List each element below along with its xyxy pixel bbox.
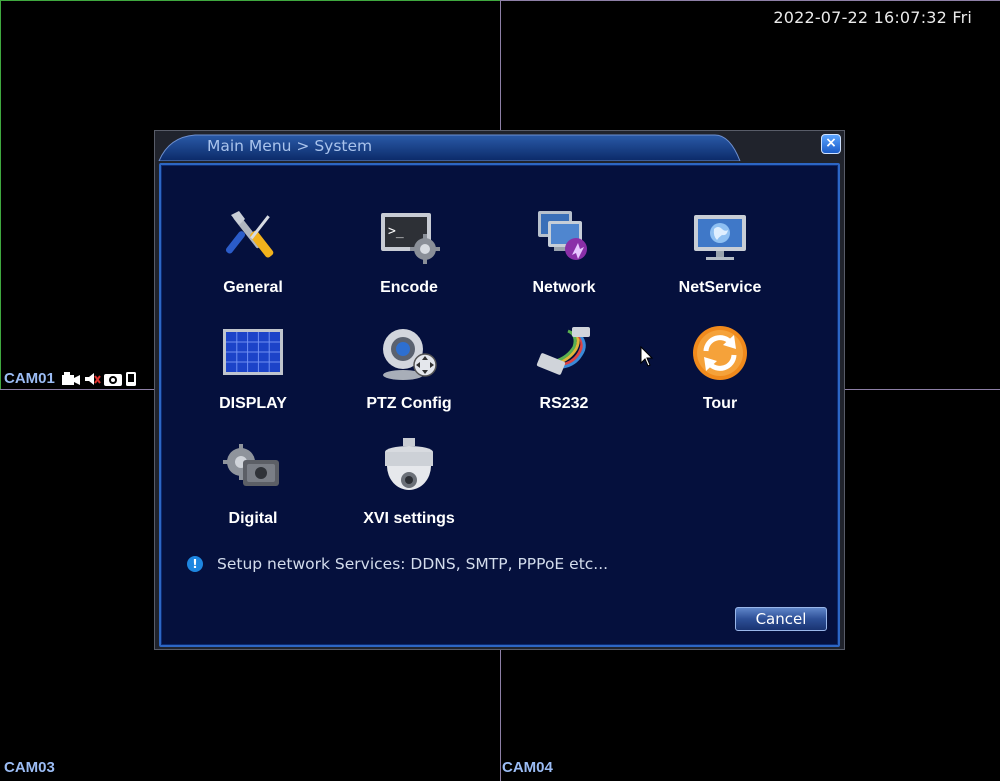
menu-item-label: DISPLAY bbox=[219, 395, 287, 412]
menu-item-rs232[interactable]: RS232 bbox=[494, 321, 634, 413]
encode-terminal-gear-icon: >_ bbox=[381, 213, 440, 264]
info-icon: ! bbox=[187, 556, 203, 572]
camera-label-cam01: CAM01 bbox=[4, 370, 137, 387]
digital-camera-gear-icon bbox=[223, 444, 279, 486]
svg-text:>_: >_ bbox=[388, 224, 404, 239]
close-button[interactable]: × bbox=[821, 134, 841, 154]
record-icon bbox=[61, 371, 80, 385]
menu-item-label: Encode bbox=[380, 279, 438, 296]
menu-item-label: Network bbox=[532, 279, 596, 296]
menu-item-label: RS232 bbox=[539, 395, 589, 412]
menu-item-label: NetService bbox=[678, 279, 762, 296]
phone-icon bbox=[125, 371, 136, 386]
mute-icon bbox=[84, 372, 101, 385]
menu-item-encode[interactable]: >_ Encode bbox=[339, 205, 479, 297]
menu-item-tour[interactable]: Tour bbox=[650, 321, 790, 413]
camera-label-cam03: CAM03 bbox=[4, 759, 55, 776]
cancel-button[interactable]: Cancel bbox=[735, 607, 827, 631]
menu-item-digital[interactable]: Digital bbox=[183, 436, 323, 528]
menu-item-label: XVI settings bbox=[363, 510, 455, 527]
menu-item-label: PTZ Config bbox=[366, 395, 452, 412]
dome-camera-icon bbox=[385, 438, 433, 490]
menu-panel: General >_ Encode Network NetService DIS… bbox=[159, 163, 840, 647]
mouse-cursor-icon bbox=[640, 346, 654, 367]
network-computers-icon bbox=[538, 211, 587, 260]
status-icons bbox=[61, 371, 137, 387]
display-grid-icon bbox=[223, 329, 283, 375]
menu-item-general[interactable]: General bbox=[183, 205, 323, 297]
ptz-camera-icon bbox=[383, 329, 437, 380]
menu-item-network[interactable]: Network bbox=[494, 205, 634, 297]
hint-row: ! Setup network Services: DDNS, SMTP, PP… bbox=[187, 555, 608, 573]
camera-label-text: CAM01 bbox=[4, 370, 55, 387]
menu-item-ptz-config[interactable]: PTZ Config bbox=[339, 321, 479, 413]
menu-item-label: Tour bbox=[702, 395, 738, 412]
globe-monitor-icon bbox=[694, 215, 746, 260]
menu-item-netservice[interactable]: NetService bbox=[650, 205, 790, 297]
camera-label-cam04: CAM04 bbox=[502, 759, 553, 776]
tools-icon bbox=[225, 211, 274, 258]
rs232-cable-icon bbox=[536, 327, 590, 375]
snapshot-icon bbox=[103, 373, 122, 386]
menu-item-label: Digital bbox=[228, 510, 278, 527]
menu-item-xvi-settings[interactable]: XVI settings bbox=[339, 436, 479, 528]
date-time-display: 2022-07-22 16:07:32 Fri bbox=[773, 8, 972, 27]
menu-item-display[interactable]: DISPLAY bbox=[183, 321, 323, 413]
tour-cycle-icon bbox=[693, 326, 747, 380]
hint-text: Setup network Services: DDNS, SMTP, PPPo… bbox=[217, 555, 609, 573]
dialog-title: Main Menu > System bbox=[207, 137, 373, 155]
system-menu-dialog: Main Menu > System × General >_ Encode N… bbox=[154, 130, 845, 650]
menu-item-label: General bbox=[223, 279, 283, 296]
